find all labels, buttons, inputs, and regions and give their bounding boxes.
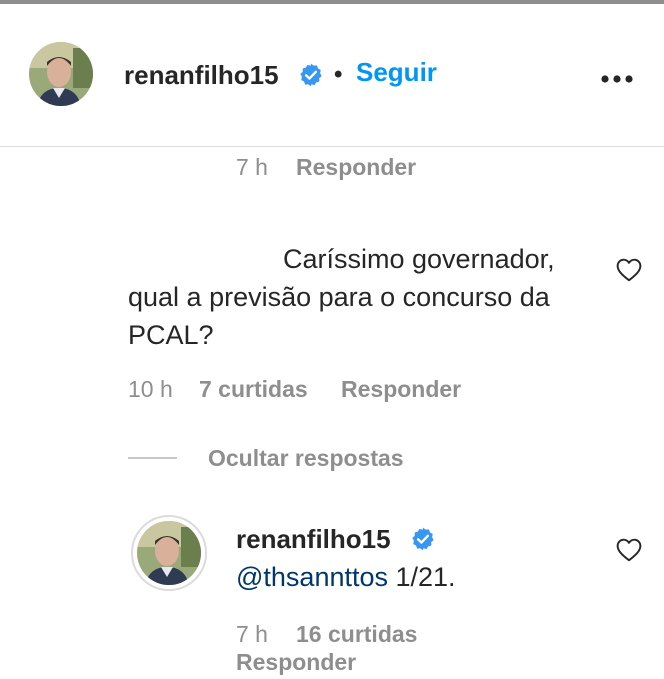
reply-body: 1/21.: [388, 562, 456, 592]
comment-line-2: qual a previsão para o concurso da: [128, 282, 550, 312]
comment-line-1: Caríssimo governador,: [283, 244, 555, 274]
reply-likes[interactable]: 16 curtidas: [296, 621, 417, 648]
reply-reply-button[interactable]: Responder: [236, 649, 356, 676]
hide-replies-button[interactable]: Ocultar respostas: [208, 445, 404, 472]
header-avatar[interactable]: [29, 42, 93, 106]
comment-time: 10 h: [128, 376, 173, 402]
post-header: renanfilho15 • Seguir: [0, 4, 664, 147]
reply-username[interactable]: renanfilho15: [236, 524, 391, 555]
header-username[interactable]: renanfilho15: [124, 60, 279, 91]
more-options-icon[interactable]: [601, 74, 633, 84]
verified-badge-icon: [300, 63, 322, 87]
reply-mention-link[interactable]: @thsannttos: [236, 562, 388, 592]
avatar-photo: [29, 42, 93, 106]
header-separator: •: [334, 61, 343, 88]
reply-text: @thsannttos 1/21.: [236, 558, 456, 596]
replies-divider-line: [128, 457, 177, 459]
comment-line-3: PCAL?: [128, 320, 214, 350]
verified-badge-icon: [412, 527, 434, 551]
heart-icon[interactable]: [616, 258, 642, 282]
comment-reply-button[interactable]: Responder: [341, 376, 461, 403]
comment-likes[interactable]: 7 curtidas: [199, 376, 308, 403]
reply-avatar-photo: [137, 521, 201, 585]
reply-time: 7 h: [236, 621, 268, 647]
follow-button[interactable]: Seguir: [356, 57, 437, 88]
heart-icon[interactable]: [616, 538, 642, 562]
reply-avatar[interactable]: [137, 521, 201, 585]
previous-comment-time: 7 h: [236, 154, 268, 180]
previous-comment-reply-button[interactable]: Responder: [296, 154, 416, 181]
